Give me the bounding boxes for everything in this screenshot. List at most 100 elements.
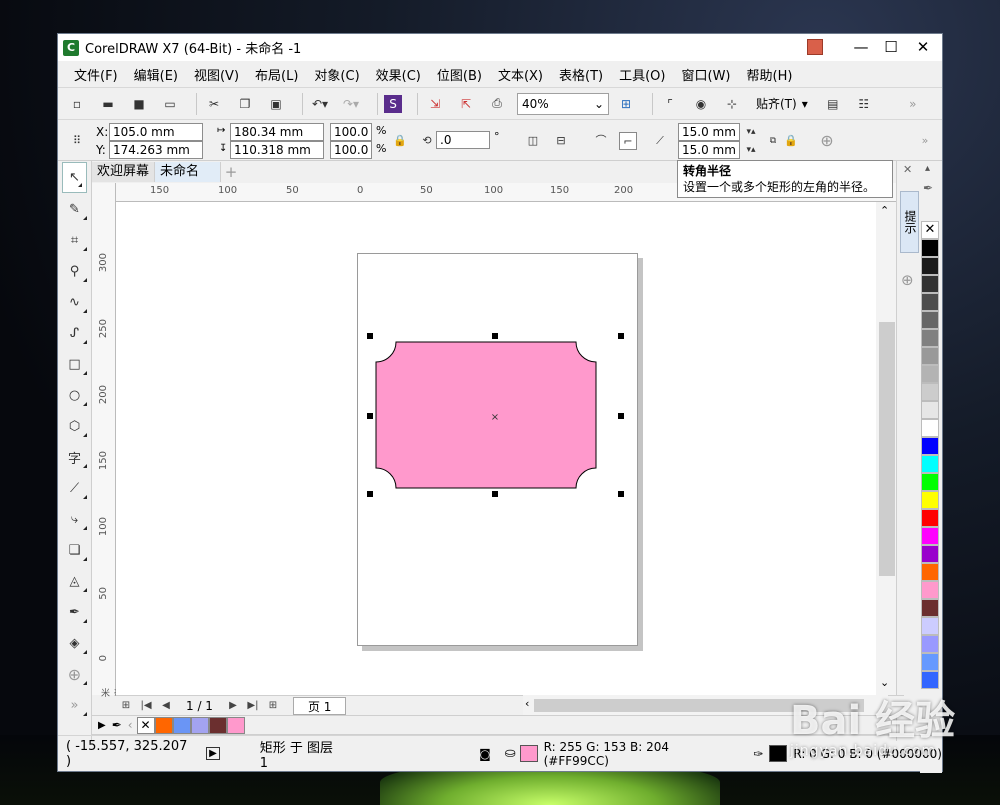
- next-page-icon[interactable]: ▶: [223, 700, 243, 711]
- first-page-icon[interactable]: |◀: [136, 700, 156, 711]
- artistic-media-tool-icon[interactable]: ᔑ: [58, 318, 91, 349]
- toolbar-overflow-icon[interactable]: »: [902, 93, 924, 115]
- palette-swatch[interactable]: [921, 491, 939, 509]
- freehand-tool-icon[interactable]: ∿: [58, 287, 91, 318]
- pick-tool-icon[interactable]: ↖: [62, 162, 87, 193]
- palette-scroll-up-icon[interactable]: ▴: [925, 163, 930, 174]
- x-position-field[interactable]: 105.0 mm: [109, 123, 203, 141]
- undo-icon[interactable]: ↶▾: [309, 93, 331, 115]
- rotation-field[interactable]: .0: [436, 131, 490, 149]
- fill-color-swatch[interactable]: [519, 745, 538, 762]
- add-page-after-icon[interactable]: ⊞: [263, 700, 283, 711]
- paste-icon[interactable]: ▣: [265, 93, 287, 115]
- scroll-left-icon[interactable]: ‹: [525, 697, 529, 710]
- corner-radius-bottom-field[interactable]: 15.0 mm: [678, 141, 740, 159]
- menu-edit[interactable]: 编辑(E): [126, 65, 186, 84]
- color-proof-icon[interactable]: ◙: [479, 747, 491, 761]
- spinner-icon[interactable]: ▾▴: [740, 123, 762, 141]
- snap-to-button[interactable]: 贴齐(T) ▾: [752, 93, 812, 115]
- palette-swatch[interactable]: [921, 617, 939, 635]
- mirror-vertical-icon[interactable]: ⊟: [552, 132, 570, 150]
- corner-link-icon[interactable]: ⧉: [764, 132, 782, 150]
- reference-point-icon[interactable]: ⠿: [68, 132, 86, 150]
- menu-view[interactable]: 视图(V): [186, 65, 247, 84]
- y-position-field[interactable]: 174.263 mm: [109, 141, 203, 159]
- selection-handle[interactable]: [492, 333, 498, 339]
- tab-welcome-screen[interactable]: 欢迎屏幕: [92, 162, 156, 182]
- page-tab-1[interactable]: 页 1: [292, 696, 347, 715]
- palette-swatch[interactable]: [921, 329, 939, 347]
- menu-window[interactable]: 窗口(W): [674, 65, 739, 84]
- new-tab-icon[interactable]: +: [221, 162, 241, 182]
- drawing-canvas[interactable]: ×: [116, 202, 876, 695]
- transparency-tool-icon[interactable]: ◬: [58, 566, 91, 597]
- palette-swatch[interactable]: [921, 275, 939, 293]
- eyedropper-tool-icon[interactable]: ✒: [58, 597, 91, 628]
- show-guidelines-icon[interactable]: ⊹: [721, 93, 743, 115]
- palette-swatch[interactable]: [921, 239, 939, 257]
- selection-handle[interactable]: [367, 413, 373, 419]
- palette-swatch[interactable]: [921, 563, 939, 581]
- mirror-horizontal-icon[interactable]: ◫: [524, 132, 542, 150]
- zoom-tool-icon[interactable]: ⚲: [58, 256, 91, 287]
- palette-swatch[interactable]: [921, 293, 939, 311]
- scroll-up-icon[interactable]: ⌃: [880, 204, 889, 217]
- width-field[interactable]: 180.34 mm: [230, 123, 324, 141]
- open-icon[interactable]: ▬: [97, 93, 119, 115]
- add-page-before-icon[interactable]: ⊞: [116, 700, 136, 711]
- full-screen-preview-icon[interactable]: ⊞: [615, 93, 637, 115]
- palette-swatch[interactable]: [921, 509, 939, 527]
- menu-text[interactable]: 文本(X): [490, 65, 551, 84]
- vertical-ruler[interactable]: 300 250 200 150 100 50 0 毫米: [92, 183, 122, 697]
- rectangle-tool-icon[interactable]: □: [58, 349, 91, 380]
- corner-radius-top-field[interactable]: 15.0 mm: [678, 123, 740, 141]
- palette-swatch[interactable]: [921, 455, 939, 473]
- palette-swatch[interactable]: [921, 347, 939, 365]
- palette-swatch[interactable]: [921, 671, 939, 689]
- docpal-swatch-blue[interactable]: [172, 716, 191, 734]
- palette-swatch[interactable]: [921, 581, 939, 599]
- zoom-level-select[interactable]: 40% ⌄: [517, 92, 609, 115]
- palette-swatch[interactable]: [921, 383, 939, 401]
- selection-handle[interactable]: [618, 413, 624, 419]
- publish-pdf-icon[interactable]: ⎙: [486, 93, 508, 115]
- docpal-swatch-brown[interactable]: [208, 716, 227, 734]
- docpal-swatch-orange[interactable]: [154, 716, 173, 734]
- lock-ratio-icon[interactable]: 🔒: [391, 132, 409, 150]
- selection-handle[interactable]: [367, 491, 373, 497]
- close-docker-icon[interactable]: ✕: [903, 163, 912, 176]
- maximize-button[interactable]: ☐: [876, 34, 906, 61]
- save-icon[interactable]: ■: [128, 93, 150, 115]
- user-account-icon[interactable]: [807, 39, 823, 55]
- menu-object[interactable]: 对象(C): [306, 65, 367, 84]
- palette-swatch[interactable]: [921, 437, 939, 455]
- vertical-scroll-thumb[interactable]: [879, 322, 895, 576]
- docpal-eyedropper-icon[interactable]: ✒: [112, 718, 122, 732]
- scale-y-field[interactable]: 100.0: [330, 141, 372, 159]
- palette-swatch[interactable]: [921, 473, 939, 491]
- status-expand-icon[interactable]: ▶: [206, 747, 220, 760]
- new-document-icon[interactable]: ▫: [66, 93, 88, 115]
- show-grid-icon[interactable]: ◉: [690, 93, 712, 115]
- palette-swatch[interactable]: [921, 365, 939, 383]
- show-rulers-icon[interactable]: ⌜: [659, 93, 681, 115]
- palette-swatch[interactable]: [921, 599, 939, 617]
- previous-page-icon[interactable]: ◀: [156, 700, 176, 711]
- palette-swatch[interactable]: [921, 527, 939, 545]
- palette-swatch[interactable]: [921, 653, 939, 671]
- spinner-icon[interactable]: ▾▴: [740, 141, 762, 159]
- palette-swatch[interactable]: [921, 635, 939, 653]
- search-content-icon[interactable]: S: [384, 94, 402, 113]
- menu-table[interactable]: 表格(T): [551, 65, 611, 84]
- menu-bitmaps[interactable]: 位图(B): [429, 65, 490, 84]
- scroll-down-icon[interactable]: ⌄: [880, 676, 889, 689]
- connector-tool-icon[interactable]: ⤷: [58, 504, 91, 535]
- docpal-menu-icon[interactable]: ▶: [98, 720, 106, 731]
- ellipse-tool-icon[interactable]: ○: [58, 380, 91, 411]
- palette-swatch[interactable]: [921, 311, 939, 329]
- menu-effects[interactable]: 效果(C): [368, 65, 429, 84]
- selection-handle[interactable]: [367, 333, 373, 339]
- docpal-swatch-lavender[interactable]: [190, 716, 209, 734]
- vertical-scrollbar[interactable]: ⌃ ⌄: [876, 202, 896, 695]
- round-corner-icon[interactable]: ⌒: [592, 132, 610, 150]
